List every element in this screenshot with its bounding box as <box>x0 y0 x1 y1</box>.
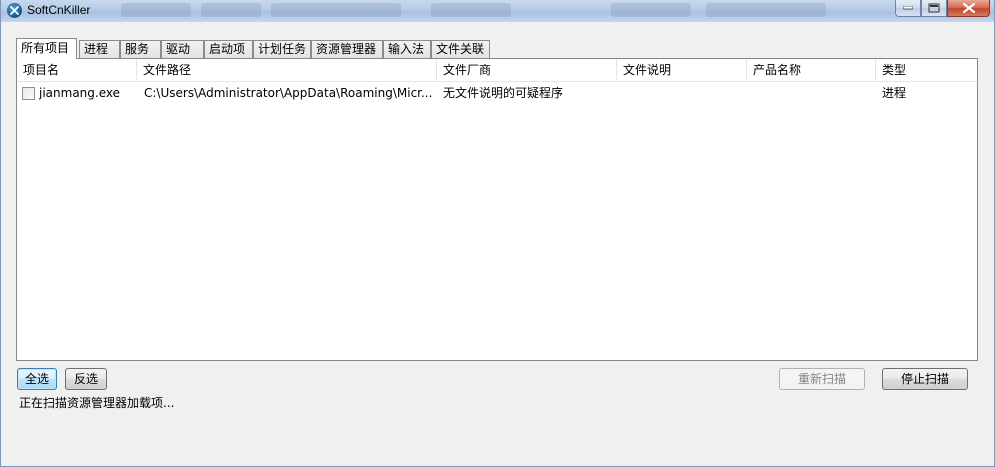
caption-buttons <box>895 0 990 18</box>
tab-services[interactable]: 服务 <box>120 40 161 58</box>
column-header-vendor[interactable]: 文件厂商 <box>437 59 617 81</box>
row-vendor: 无文件说明的可疑程序 <box>443 86 564 100</box>
maximize-icon <box>928 3 940 13</box>
window-title: SoftCnKiller <box>27 3 91 17</box>
status-text: 正在扫描资源管理器加载项... <box>19 396 175 410</box>
row-checkbox[interactable] <box>22 87 35 100</box>
close-button[interactable] <box>947 0 990 17</box>
items-list[interactable]: 项目名 文件路径 文件厂商 文件说明 产品名称 类型 jianmang.exe … <box>16 58 978 361</box>
tab-input-method[interactable]: 输入法 <box>383 40 431 58</box>
minimize-icon <box>903 6 913 10</box>
app-icon <box>7 3 22 18</box>
tab-processes[interactable]: 进程 <box>79 40 120 58</box>
close-icon <box>962 3 975 13</box>
row-description <box>623 83 743 103</box>
row-name: jianmang.exe <box>39 86 120 100</box>
row-path: C:\Users\Administrator\AppData\Roaming\M… <box>144 86 433 100</box>
list-header: 项目名 文件路径 文件厂商 文件说明 产品名称 类型 <box>17 59 977 82</box>
app-window: SoftCnKiller 所有项目 进程 服务 驱动 启动项 计划任务 资源管理… <box>0 0 995 467</box>
tab-drivers[interactable]: 驱动 <box>161 40 204 58</box>
select-all-button[interactable]: 全选 <box>17 368 57 390</box>
invert-selection-button[interactable]: 反选 <box>65 368 107 390</box>
minimize-button[interactable] <box>895 0 921 17</box>
row-type: 进程 <box>882 86 907 100</box>
tab-file-association[interactable]: 文件关联 <box>431 40 490 58</box>
tab-all-items[interactable]: 所有项目 <box>16 38 77 59</box>
rescan-button[interactable]: 重新扫描 <box>779 368 865 390</box>
stop-scan-button[interactable]: 停止扫描 <box>882 368 968 390</box>
row-product <box>753 83 873 103</box>
column-header-description[interactable]: 文件说明 <box>617 59 747 81</box>
column-header-product[interactable]: 产品名称 <box>747 59 876 81</box>
maximize-button[interactable] <box>921 0 947 17</box>
column-header-path[interactable]: 文件路径 <box>137 59 437 81</box>
table-row[interactable]: jianmang.exe C:\Users\Administrator\AppD… <box>17 83 977 103</box>
column-header-name[interactable]: 项目名 <box>17 59 137 81</box>
tab-startup[interactable]: 启动项 <box>204 40 253 58</box>
column-header-type[interactable]: 类型 <box>876 59 977 81</box>
tab-scheduled-tasks[interactable]: 计划任务 <box>253 40 311 58</box>
tab-explorer[interactable]: 资源管理器 <box>311 40 383 58</box>
title-bar[interactable]: SoftCnKiller <box>1 0 994 22</box>
